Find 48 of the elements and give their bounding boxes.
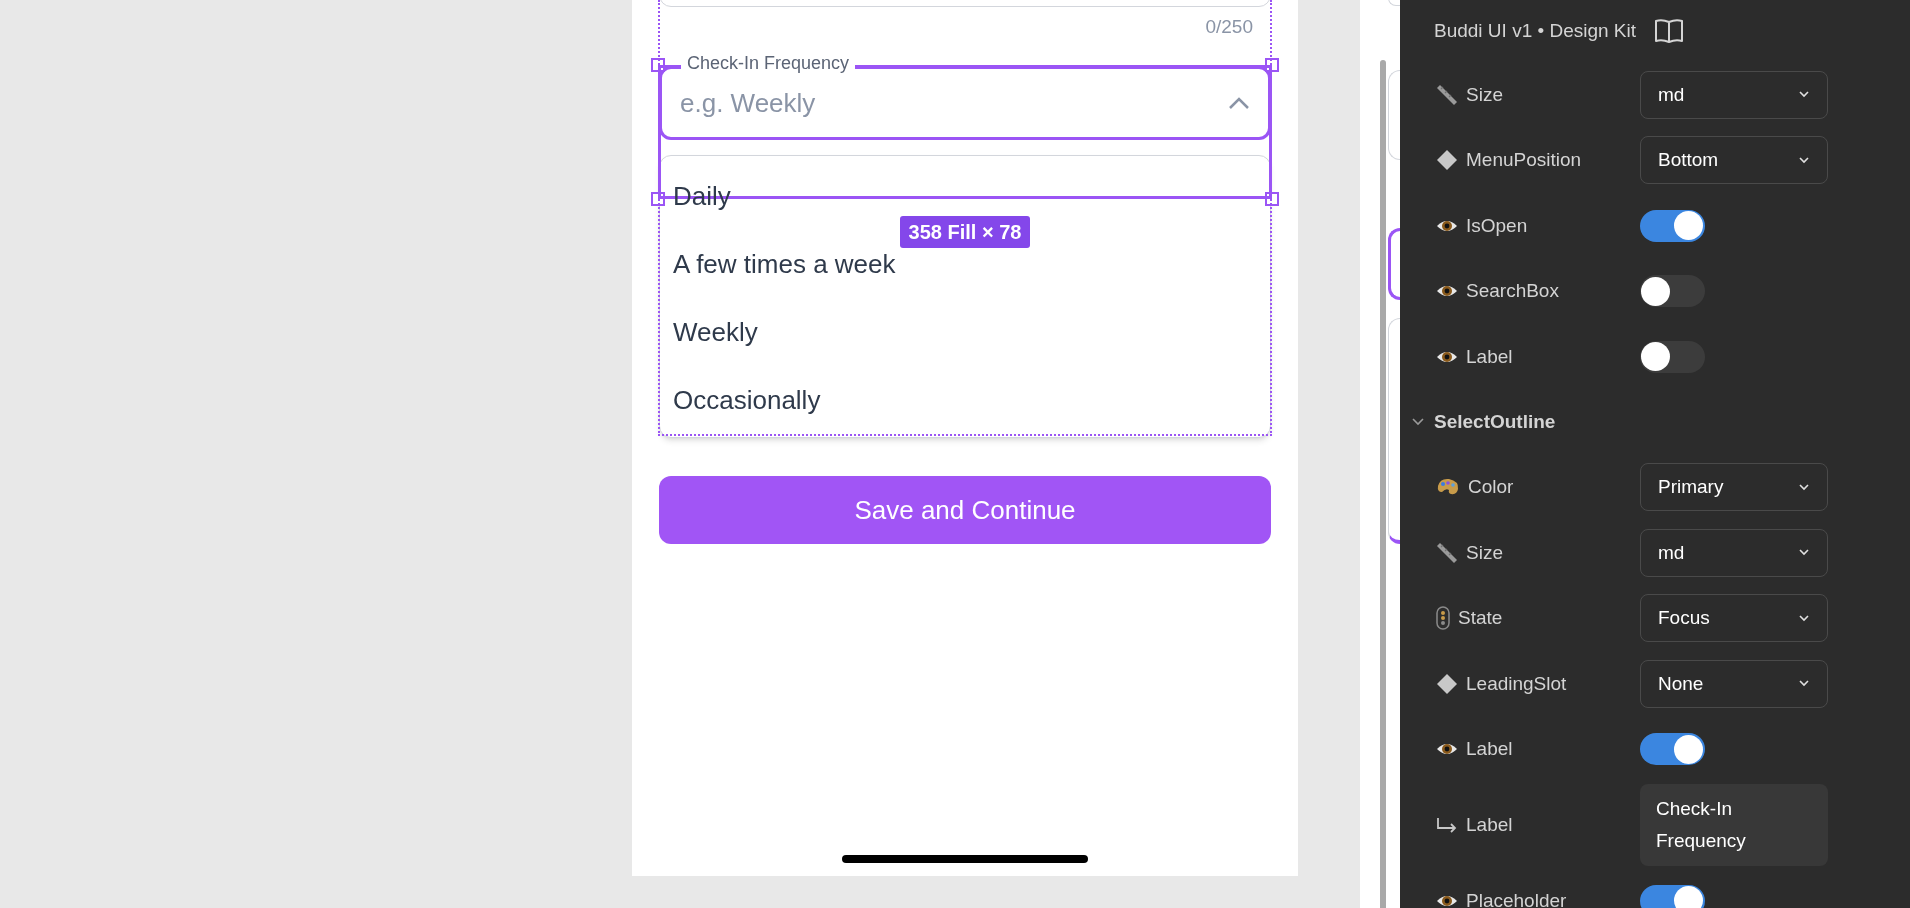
toggle-switch[interactable] — [1640, 275, 1705, 308]
property-label: IsOpen — [1466, 213, 1528, 238]
chevron-icon — [1799, 614, 1809, 622]
section-heading[interactable]: SelectOutline — [1434, 407, 1556, 437]
toggle-switch[interactable] — [1640, 209, 1705, 242]
toggle-switch[interactable] — [1640, 884, 1705, 908]
dropdown[interactable]: md — [1640, 70, 1828, 119]
placeholder-text: e.g. Weekly — [680, 86, 816, 120]
property-label: MenuPosition — [1466, 148, 1582, 172]
property-label: State — [1458, 606, 1503, 630]
chevron-icon — [1799, 91, 1809, 99]
chevron-icon — [1799, 549, 1809, 557]
property-label: Size — [1466, 82, 1503, 107]
dropdown[interactable]: Focus — [1640, 594, 1828, 643]
chevron-icon — [1799, 680, 1809, 688]
chevron-icon[interactable] — [1412, 418, 1424, 426]
save-and-continue-button[interactable]: Save and Continue — [659, 476, 1271, 544]
dropdown[interactable]: md — [1640, 528, 1828, 577]
ruler-icon — [1436, 541, 1458, 564]
traffic-light-icon — [1436, 606, 1450, 631]
property-label: Label — [1466, 737, 1513, 761]
return-arrow-icon — [1436, 817, 1458, 833]
property-label: Color — [1468, 475, 1514, 499]
size-badge: 358 Fill × 78 — [899, 216, 1031, 248]
property-label: LeadingSlot — [1466, 671, 1567, 696]
menu-option[interactable]: A few times a week — [673, 244, 896, 284]
text-input[interactable]: Check-In Frequency — [1640, 784, 1828, 866]
ruler-icon — [1436, 83, 1458, 106]
dropdown[interactable]: None — [1640, 659, 1828, 708]
book-icon[interactable] — [1654, 18, 1685, 44]
menu-option[interactable]: Occasionally — [673, 380, 821, 420]
property-label: Placeholder — [1466, 888, 1567, 908]
character-counter: 0/250 — [1205, 15, 1253, 39]
scrollbar[interactable] — [1380, 60, 1386, 908]
property-label: Label — [1466, 812, 1513, 837]
menu-option[interactable]: Weekly — [673, 312, 758, 352]
property-label: Label — [1466, 344, 1513, 369]
property-label: SearchBox — [1466, 279, 1559, 303]
property-label: Size — [1466, 540, 1503, 565]
diamond-icon — [1436, 149, 1458, 172]
chevron-icon — [1799, 156, 1809, 164]
dropdown[interactable]: Primary — [1640, 463, 1828, 512]
toggle-switch[interactable] — [1640, 733, 1705, 766]
dropdown[interactable]: Bottom — [1640, 136, 1828, 185]
chevron-icon — [1799, 483, 1809, 491]
toggle-switch[interactable] — [1640, 340, 1705, 373]
diamond-icon — [1436, 672, 1458, 695]
panel-title: Buddi UI v1 • Design Kit — [1434, 18, 1637, 43]
